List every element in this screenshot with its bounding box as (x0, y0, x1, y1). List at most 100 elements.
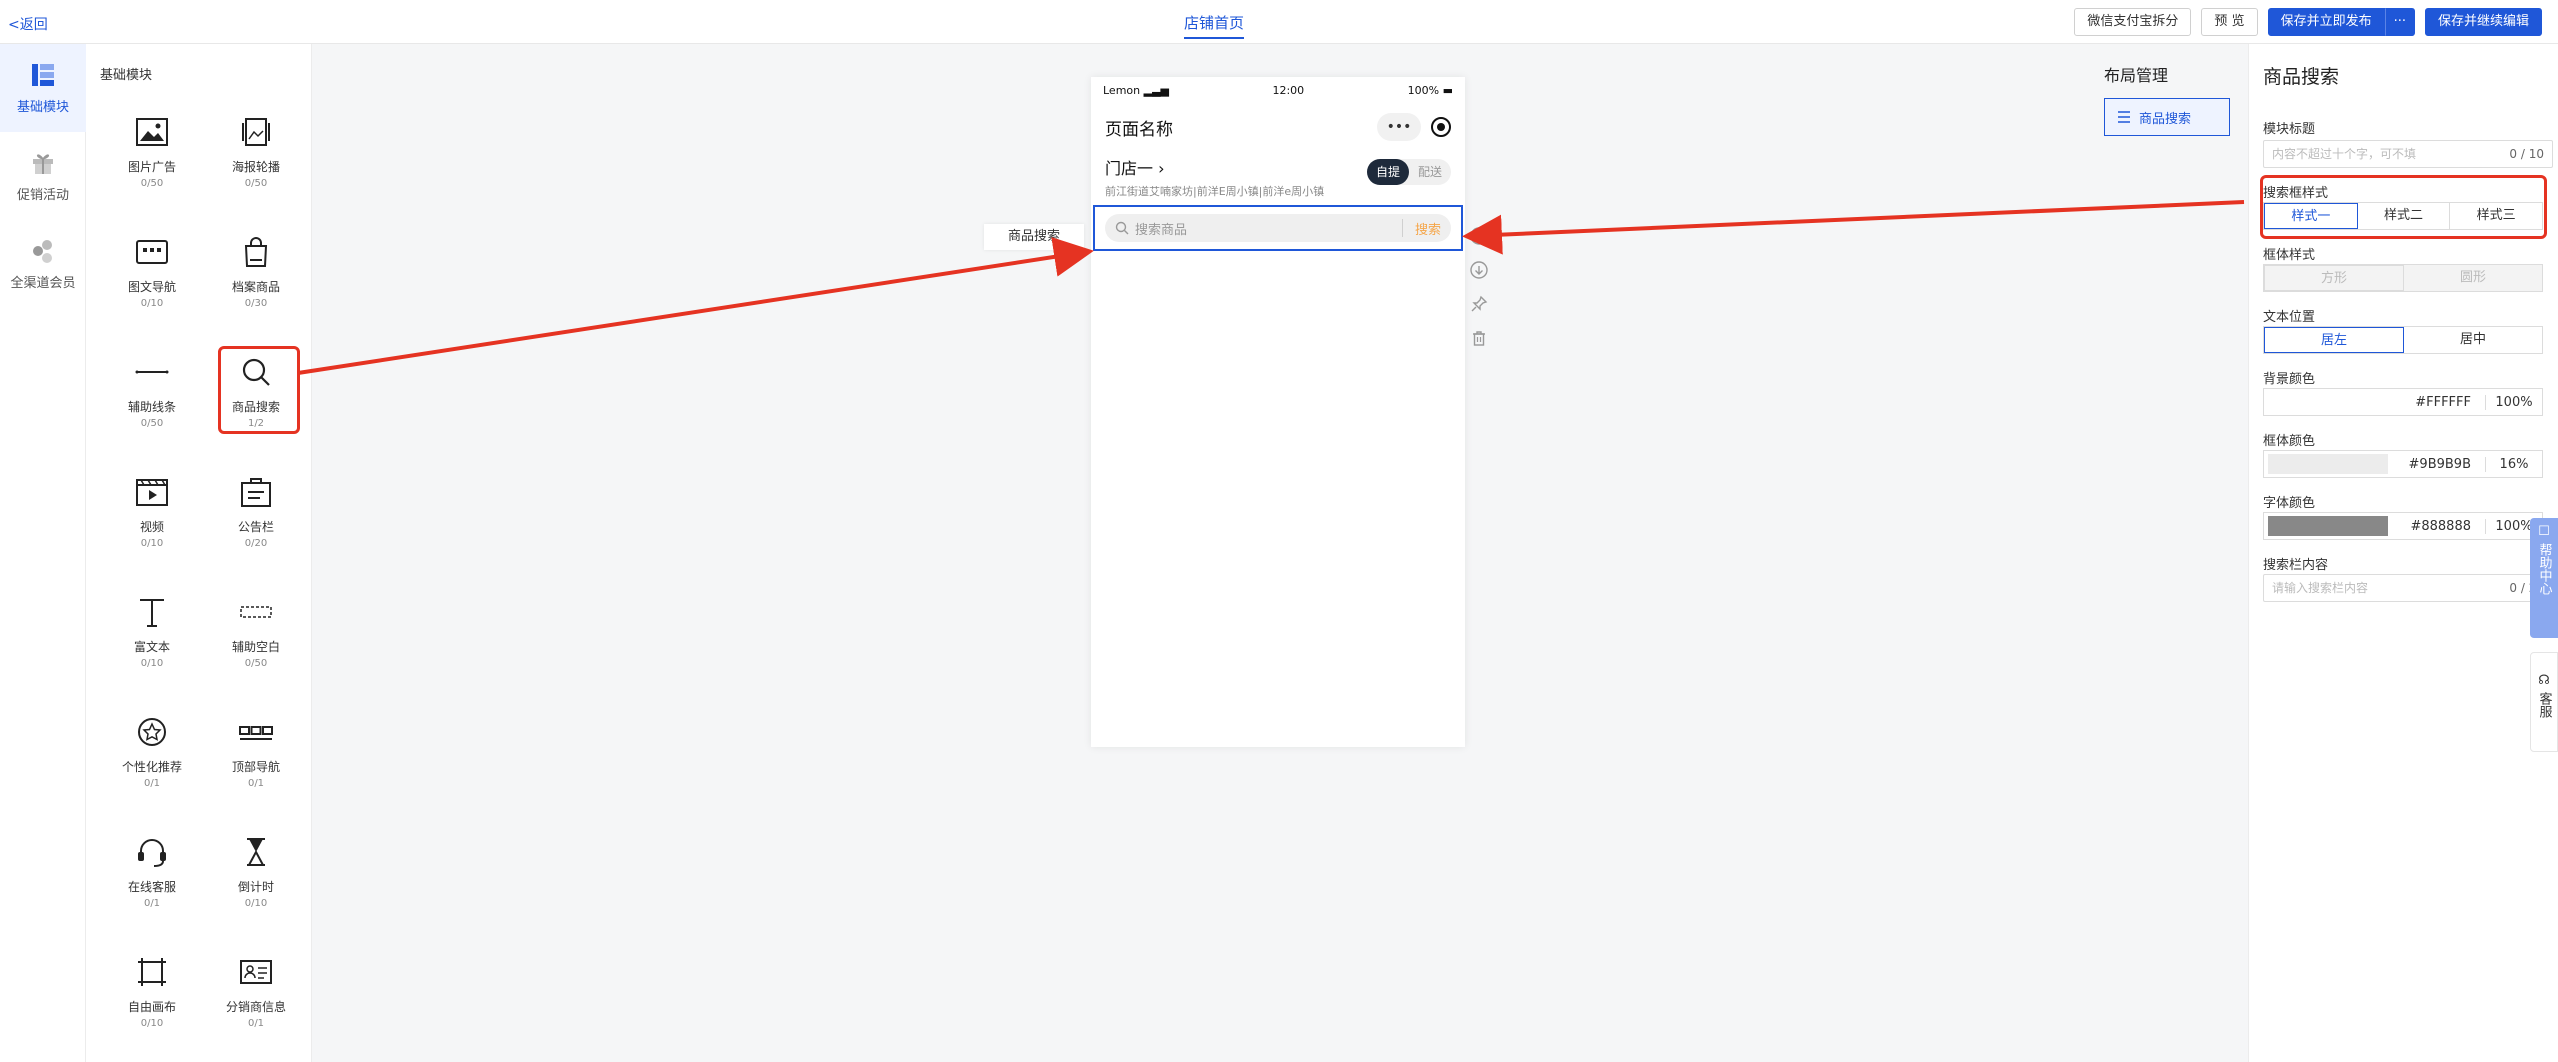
comp-count: 0/50 (244, 658, 268, 669)
comp-distributor-info[interactable]: 分销商信息 0/1 (204, 946, 308, 1062)
comp-helper-line[interactable]: 辅助线条 0/50 (100, 346, 204, 466)
help-center-tab[interactable]: ☐ 帮助中心 (2530, 518, 2558, 638)
topnav-icon (239, 726, 273, 740)
font-color-swatch[interactable] (2268, 516, 2388, 536)
preview-button[interactable]: 预 览 (2201, 8, 2258, 36)
comp-notice-bar[interactable]: 公告栏 0/20 (204, 466, 308, 586)
text-position-left[interactable]: 居左 (2264, 327, 2404, 353)
nav-item-members[interactable]: 全渠道会员 (0, 220, 86, 308)
bg-color-swatch[interactable] (2268, 392, 2388, 412)
back-link[interactable]: <返回 (8, 14, 48, 34)
carrier-text: Lemon ▂▃▅ (1103, 83, 1169, 97)
component-grid: 图片广告 0/50 海报轮播 0/50 图文导航 0/10 档案商品 0/30 … (100, 106, 308, 1062)
box-color-swatch[interactable] (2268, 454, 2388, 474)
close-target-icon[interactable] (1431, 117, 1451, 137)
comp-count: 1/2 (247, 418, 265, 429)
move-down-control[interactable] (1467, 258, 1491, 282)
bg-color-picker[interactable]: #FFFFFF 100% (2263, 388, 2543, 416)
battery-text: 100% ▬ (1407, 83, 1453, 97)
store-block[interactable]: 门店一 › 前江街道艾喃家坊|前洋E周小镇|前洋e周小镇 自提 配送 (1091, 151, 1465, 205)
comp-helper-blank[interactable]: 辅助空白 0/50 (204, 586, 308, 706)
bag-icon (244, 237, 268, 267)
font-color-label: 字体颜色 (2263, 496, 2316, 511)
comp-online-service[interactable]: 在线客服 0/1 (100, 826, 204, 946)
more-options-button[interactable]: ··· (2384, 8, 2415, 36)
comp-personalized[interactable]: 个性化推荐 0/1 (100, 706, 204, 826)
bg-color-hex[interactable]: #FFFFFF (2388, 394, 2486, 410)
comp-label: 公告栏 (237, 520, 274, 534)
search-icon (242, 358, 270, 386)
save-publish-button[interactable]: 保存并立即发布 (2267, 8, 2385, 36)
box-style-round[interactable]: 圆形 (2404, 265, 2542, 291)
customer-service-tab[interactable]: ☊ 客服 (2530, 652, 2558, 752)
search-component-selected[interactable]: 搜索商品 搜索 (1093, 205, 1463, 251)
comp-label: 顶部导航 (231, 760, 280, 774)
font-color-picker[interactable]: #888888 100% (2263, 512, 2543, 540)
comp-countdown[interactable]: 倒计时 0/10 (204, 826, 308, 946)
panel-title: 商品搜索 (2263, 66, 2340, 88)
nav-item-promotions[interactable]: 促销活动 (0, 132, 86, 220)
layout-item-goods-search[interactable]: 商品搜索 (2104, 98, 2230, 136)
mini-program-capsule: ••• (1377, 113, 1451, 141)
font-color-hex[interactable]: #888888 (2388, 518, 2486, 534)
comp-goods-search[interactable]: 商品搜索 1/2 (204, 346, 308, 466)
comp-archive-goods[interactable]: 档案商品 0/30 (204, 226, 308, 346)
search-bar[interactable]: 搜索商品 搜索 (1105, 214, 1451, 242)
blocks-icon (32, 63, 54, 86)
nav-icon (136, 240, 168, 264)
move-up-control[interactable] (1467, 224, 1491, 248)
comp-label: 个性化推荐 (121, 760, 182, 774)
search-style-option-3[interactable]: 样式三 (2450, 203, 2542, 229)
box-color-picker[interactable]: #9B9B9B 16% (2263, 450, 2543, 478)
comp-poster-carousel[interactable]: 海报轮播 0/50 (204, 106, 308, 226)
nav-item-basic-modules[interactable]: 基础模块 (0, 44, 86, 132)
wechat-alipay-split-button[interactable]: 微信支付宝拆分 (2074, 8, 2192, 36)
search-style-option-2[interactable]: 样式二 (2358, 203, 2451, 229)
comp-count: 0/1 (143, 778, 161, 789)
module-title-input[interactable]: 内容不超过十个字，可不填 0 / 10 (2263, 140, 2553, 168)
members-icon (33, 239, 52, 263)
box-color-hex[interactable]: #9B9B9B (2388, 456, 2486, 472)
save-continue-button[interactable]: 保存并继续编辑 (2424, 8, 2542, 36)
comp-image-ad[interactable]: 图片广告 0/50 (100, 106, 204, 226)
comp-video[interactable]: 视频 0/10 (100, 466, 204, 586)
comp-free-canvas[interactable]: 自由画布 0/10 (100, 946, 204, 1062)
layout-manager-title: 布局管理 (2104, 66, 2169, 85)
module-title-placeholder: 内容不超过十个字，可不填 (2272, 147, 2417, 161)
component-controls (1467, 224, 1491, 350)
delete-control[interactable] (1467, 326, 1491, 350)
publish-split-button: 保存并立即发布 ··· (2267, 8, 2415, 36)
search-style-option-1[interactable]: 样式一 (2264, 203, 2358, 229)
comp-graphic-nav[interactable]: 图文导航 0/10 (100, 226, 204, 346)
nav-item-label: 全渠道会员 (10, 275, 76, 291)
search-style-label: 搜索框样式 (2263, 186, 2329, 201)
toggle-delivery[interactable]: 配送 (1409, 159, 1451, 185)
editor-canvas: 商品搜索 Lemon ▂▃▅ 12:00 100% ▬ 页面名称 ••• 门店一… (312, 44, 2248, 1062)
comp-rich-text[interactable]: 富文本 0/10 (100, 586, 204, 706)
search-button[interactable]: 搜索 (1415, 219, 1441, 238)
pin-control[interactable] (1467, 292, 1491, 316)
layout-item-label: 商品搜索 (2139, 111, 2192, 127)
box-color-opacity[interactable]: 16% (2486, 457, 2542, 472)
search-content-input[interactable]: 请输入搜索栏内容 0 / 20 (2263, 574, 2553, 602)
canvas-icon (138, 958, 166, 986)
comp-label: 海报轮播 (231, 160, 280, 174)
comp-top-nav[interactable]: 顶部导航 0/1 (204, 706, 308, 826)
idcard-icon (240, 960, 272, 984)
comp-count: 0/10 (244, 898, 268, 909)
tab-store-home[interactable]: 店铺首页 (1184, 12, 1245, 39)
box-style-segment: 方形 圆形 (2263, 264, 2543, 292)
search-content-label: 搜索栏内容 (2263, 558, 2329, 573)
top-actions: 微信支付宝拆分 预 览 保存并立即发布 ··· 保存并继续编辑 (2074, 8, 2542, 36)
line-icon (135, 370, 169, 374)
bg-color-opacity[interactable]: 100% (2486, 395, 2542, 410)
toggle-pickup[interactable]: 自提 (1366, 159, 1409, 185)
pickup-delivery-toggle[interactable]: 自提 配送 (1366, 159, 1451, 185)
properties-panel: 商品搜索 模块标题 内容不超过十个字，可不填 0 / 10 搜索框样式 样式一 … (2248, 44, 2558, 1062)
text-position-center[interactable]: 居中 (2404, 327, 2542, 353)
more-dots-icon[interactable]: ••• (1377, 113, 1421, 141)
comp-label: 在线客服 (127, 880, 176, 894)
headset-icon: ☊ (2538, 673, 2550, 688)
comp-label: 图文导航 (127, 280, 176, 294)
box-style-square[interactable]: 方形 (2264, 265, 2404, 291)
